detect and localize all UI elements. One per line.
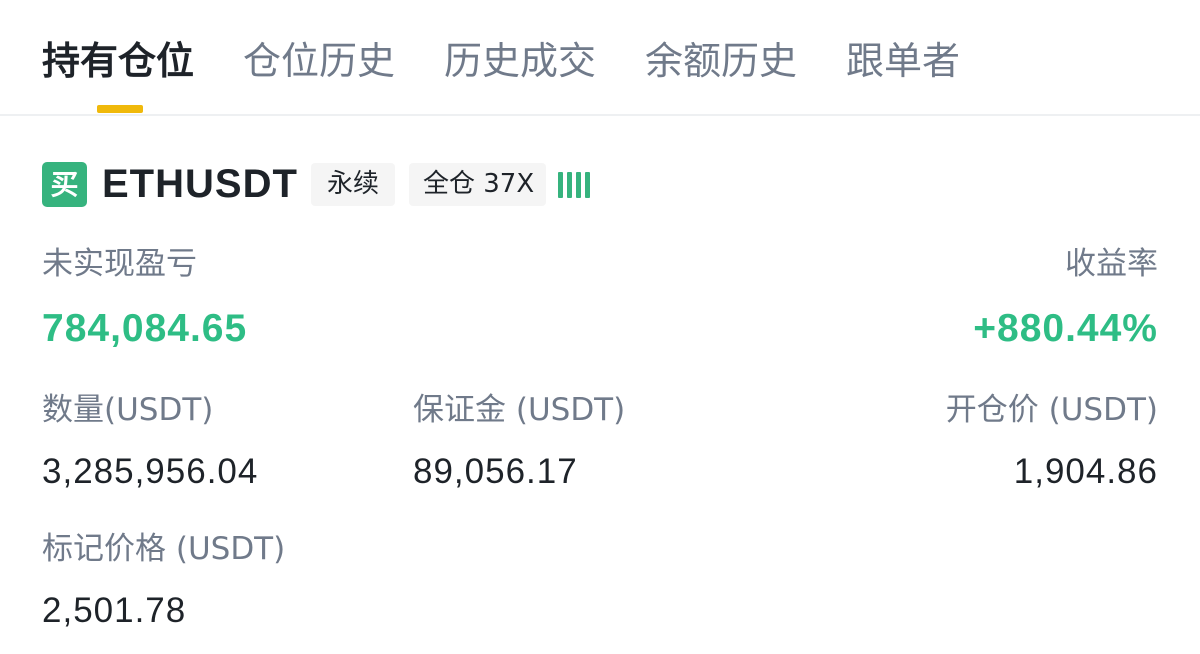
active-tab-indicator xyxy=(97,105,143,113)
tab-copiers[interactable]: 跟单者 xyxy=(846,36,960,86)
buy-side-badge: 买 xyxy=(42,162,87,207)
adl-bars-icon xyxy=(558,170,590,198)
unrealized-pnl-value: 784,084.65 xyxy=(42,307,248,350)
roe-label: 收益率 xyxy=(1065,246,1158,282)
margin-label: 保证金 (USDT) xyxy=(413,392,626,428)
entry-price-value: 1,904.86 xyxy=(1013,452,1158,491)
tab-open-positions[interactable]: 持有仓位 xyxy=(42,36,194,86)
size-value: 3,285,956.04 xyxy=(42,452,259,491)
unrealized-pnl-label: 未实现盈亏 xyxy=(42,246,197,282)
tab-bar: 持有仓位 仓位历史 历史成交 余额历史 跟单者 xyxy=(0,0,1200,116)
entry-price-label: 开仓价 (USDT) xyxy=(945,392,1158,428)
margin-leverage-tag[interactable]: 全仓 37X xyxy=(409,163,546,206)
tab-position-history[interactable]: 仓位历史 xyxy=(243,36,395,86)
tab-balance-history[interactable]: 余额历史 xyxy=(645,36,797,86)
mark-price-value: 2,501.78 xyxy=(42,591,187,630)
contract-type-tag: 永续 xyxy=(311,163,395,206)
size-label: 数量(USDT) xyxy=(42,392,214,428)
margin-value: 89,056.17 xyxy=(413,452,578,491)
tab-trade-history[interactable]: 历史成交 xyxy=(444,36,596,86)
symbol-name[interactable]: ETHUSDT xyxy=(102,158,298,210)
mark-price-label: 标记价格 (USDT) xyxy=(42,531,286,567)
roe-value: +880.44% xyxy=(973,307,1158,350)
positions-page: 持有仓位 仓位历史 历史成交 余额历史 跟单者 买 ETHUSDT 永续 全仓 … xyxy=(0,0,1200,654)
